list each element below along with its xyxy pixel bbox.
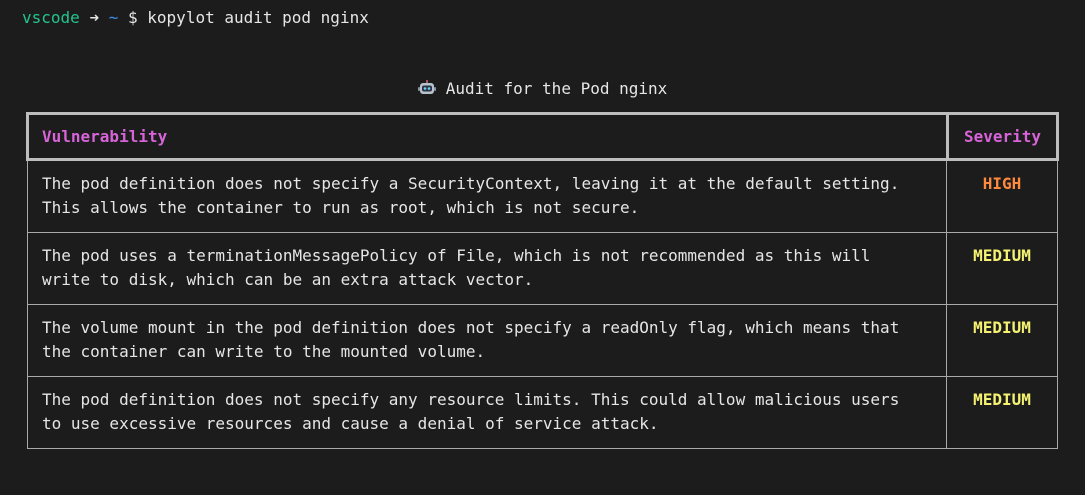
column-header-severity: Severity [963, 127, 1042, 146]
table-header: Vulnerability Severity [26, 112, 1059, 161]
shell-prompt: vscode ➜ ~ $ kopylot audit pod nginx [22, 6, 369, 30]
table-row: The volume mount in the pod definition d… [28, 304, 1057, 376]
table-body: The pod definition does not specify a Se… [27, 161, 1058, 449]
severity-badge: MEDIUM [973, 390, 1031, 409]
prompt-arrow-icon: ➜ [89, 8, 100, 27]
audit-title-text: Audit for the Pod nginx [445, 79, 668, 98]
column-header-vulnerability: Vulnerability [42, 127, 168, 146]
vulnerability-cell: The pod definition does not specify a Se… [42, 174, 900, 217]
table-row: The pod definition does not specify a Se… [28, 161, 1057, 233]
prompt-dollar: $ [128, 8, 138, 27]
audit-table: Vulnerability Severity The pod definitio… [26, 112, 1059, 449]
audit-title: Audit for the Pod nginx [0, 77, 1085, 101]
vulnerability-cell: The pod uses a terminationMessagePolicy … [42, 246, 871, 289]
severity-badge: MEDIUM [973, 318, 1031, 337]
table-row: The pod uses a terminationMessagePolicy … [28, 232, 1057, 304]
robot-icon [417, 80, 436, 94]
terminal-window[interactable]: vscode ➜ ~ $ kopylot audit pod nginx Aud… [0, 0, 1085, 495]
vulnerability-cell: The pod definition does not specify any … [42, 390, 900, 433]
severity-badge: MEDIUM [973, 246, 1031, 265]
vulnerability-cell: The volume mount in the pod definition d… [42, 318, 900, 361]
prompt-user: vscode [22, 8, 80, 27]
prompt-cwd: ~ [108, 8, 119, 27]
table-row: The pod definition does not specify any … [28, 376, 1057, 448]
prompt-command: kopylot audit pod nginx [147, 8, 369, 27]
severity-badge: HIGH [982, 174, 1022, 193]
